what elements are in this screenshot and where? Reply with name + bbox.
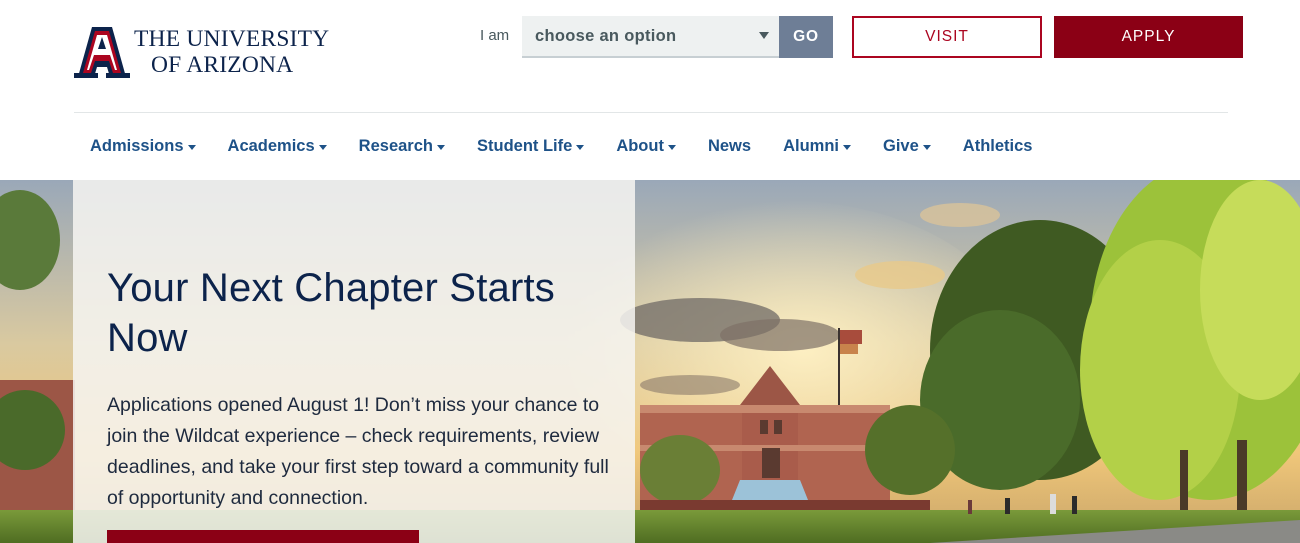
audience-select-value: choose an option	[535, 27, 677, 45]
site-header: THE UNIVERSITY OF ARIZONA I am choose an…	[0, 0, 1300, 112]
caret-down-icon	[436, 144, 445, 150]
caret-down-icon	[667, 144, 676, 150]
go-button[interactable]: GO	[779, 16, 833, 58]
block-a-logo-icon	[74, 27, 130, 78]
caret-down-icon	[922, 144, 931, 150]
caret-down-icon	[759, 32, 769, 39]
nav-item-label: Alumni	[783, 136, 839, 155]
hero-description: Applications opened August 1! Don’t miss…	[107, 394, 609, 509]
audience-selector-label: I am	[480, 27, 510, 44]
university-wordmark: THE UNIVERSITY OF ARIZONA	[134, 26, 329, 78]
hero-banner: Your Next Chapter Starts Now Application…	[0, 180, 1300, 543]
nav-item-research[interactable]: Research	[343, 113, 461, 179]
nav-item-label: Academics	[227, 136, 315, 155]
apply-button[interactable]: APPLY	[1054, 16, 1243, 58]
nav-item-give[interactable]: Give	[867, 113, 947, 179]
nav-item-label: Admissions	[90, 136, 184, 155]
nav-item-alumni[interactable]: Alumni	[767, 113, 867, 179]
nav-item-label: Athletics	[962, 136, 1033, 155]
nav-item-athletics[interactable]: Athletics	[947, 113, 1049, 179]
hero-title: Your Next Chapter Starts Now	[107, 266, 555, 360]
hero-cta-button[interactable]	[107, 530, 419, 543]
main-nav: Admissions Academics Research Student Li…	[74, 113, 1048, 179]
nav-item-admissions[interactable]: Admissions	[74, 113, 212, 179]
university-logo[interactable]: THE UNIVERSITY OF ARIZONA	[74, 24, 329, 80]
caret-down-icon	[576, 144, 585, 150]
nav-item-academics[interactable]: Academics	[212, 113, 343, 179]
wordmark-line-1: THE UNIVERSITY	[134, 26, 330, 52]
nav-item-about[interactable]: About	[600, 113, 692, 179]
caret-down-icon	[187, 144, 196, 150]
nav-item-label: Research	[358, 136, 433, 155]
visit-button[interactable]: VISIT	[852, 16, 1042, 58]
nav-item-news[interactable]: News	[692, 113, 767, 179]
caret-down-icon	[843, 144, 851, 150]
wordmark-line-2: OF ARIZONA	[151, 52, 294, 78]
nav-item-label: Student Life	[476, 136, 573, 155]
nav-item-student-life[interactable]: Student Life	[461, 113, 600, 179]
caret-down-icon	[318, 144, 327, 150]
nav-item-label: Give	[883, 136, 919, 155]
audience-select[interactable]: choose an option	[522, 16, 779, 58]
nav-item-label: About	[616, 136, 664, 155]
nav-item-label: News	[707, 136, 752, 155]
